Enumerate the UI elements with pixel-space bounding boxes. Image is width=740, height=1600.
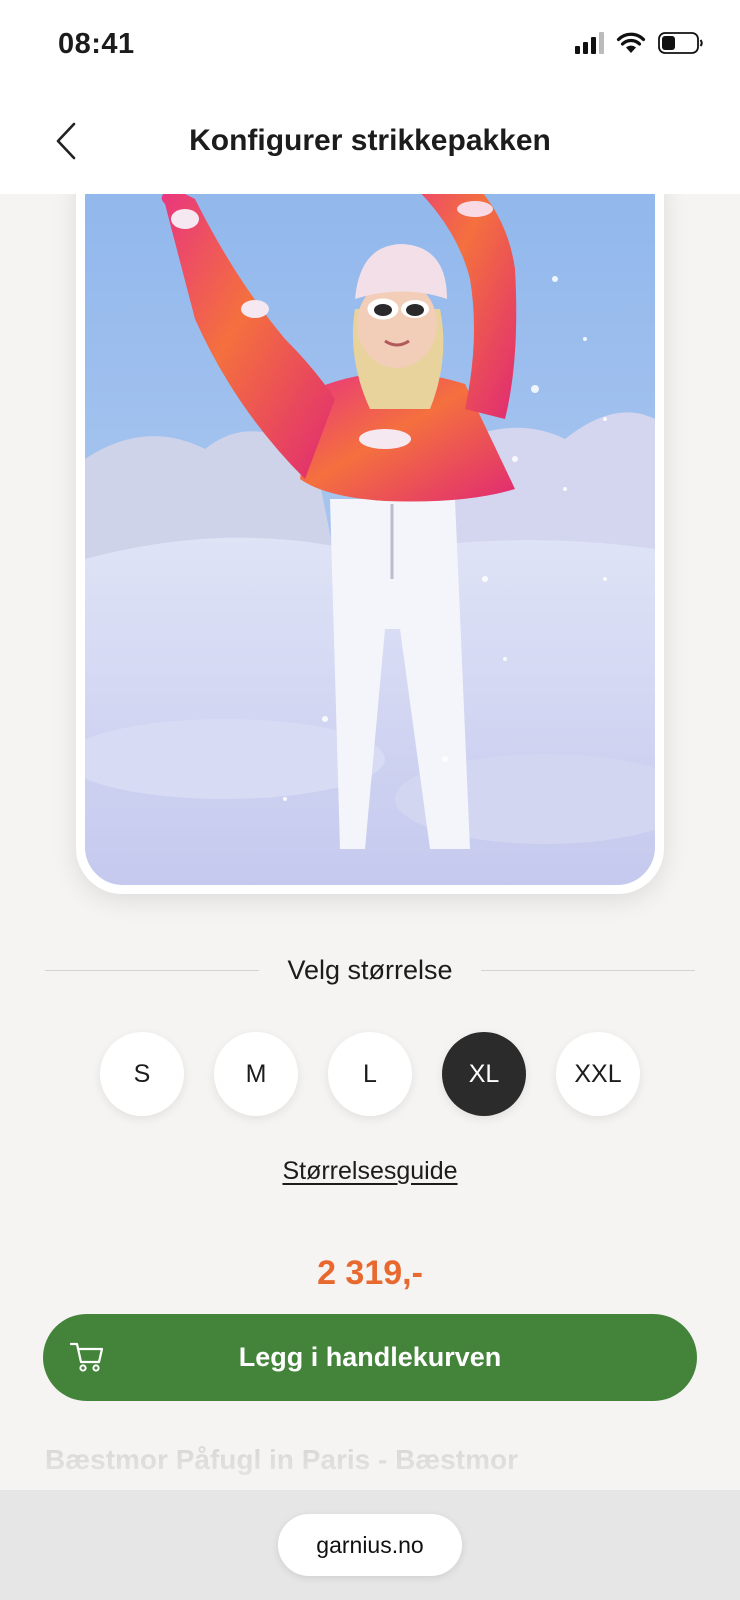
signal-icon (575, 32, 604, 54)
battery-icon (658, 32, 703, 54)
url-bar[interactable]: garnius.no (278, 1514, 462, 1576)
product-image (85, 159, 655, 885)
size-option-s[interactable]: S (100, 1032, 184, 1116)
product-image-card (76, 150, 664, 894)
size-guide-container: Størrelsesguide (0, 1157, 740, 1186)
size-heading: Velg størrelse (287, 954, 453, 985)
wifi-icon (616, 32, 646, 53)
price: 2 319,- (317, 1254, 423, 1292)
page-title: Konfigurer strikkepakken (189, 124, 551, 157)
add-to-cart-button[interactable]: Legg i handlekurven (43, 1314, 697, 1401)
status-icons (575, 32, 704, 54)
size-option-xxl[interactable]: XXL (556, 1032, 640, 1116)
size-option-m[interactable]: M (214, 1032, 298, 1116)
divider-left (45, 969, 260, 971)
browser-bottom-bar: garnius.no (0, 1490, 740, 1600)
divider-right (480, 969, 695, 971)
size-option-xl[interactable]: XL (442, 1032, 526, 1116)
add-to-cart-label: Legg i handlekurven (238, 1342, 502, 1372)
size-option-l[interactable]: L (328, 1032, 412, 1116)
next-product-title: Bæstmor Påfugl in Paris - Bæstmor (45, 1444, 518, 1475)
size-guide-link[interactable]: Størrelsesguide (282, 1157, 457, 1185)
size-options: S M L XL XXL (100, 1032, 640, 1116)
size-heading-row: Velg størrelse (45, 950, 695, 990)
status-bar: 08:41 (0, 0, 740, 96)
header: Konfigurer strikkepakken (0, 96, 740, 194)
cart-icon (69, 1342, 104, 1372)
status-time: 08:41 (58, 28, 135, 60)
